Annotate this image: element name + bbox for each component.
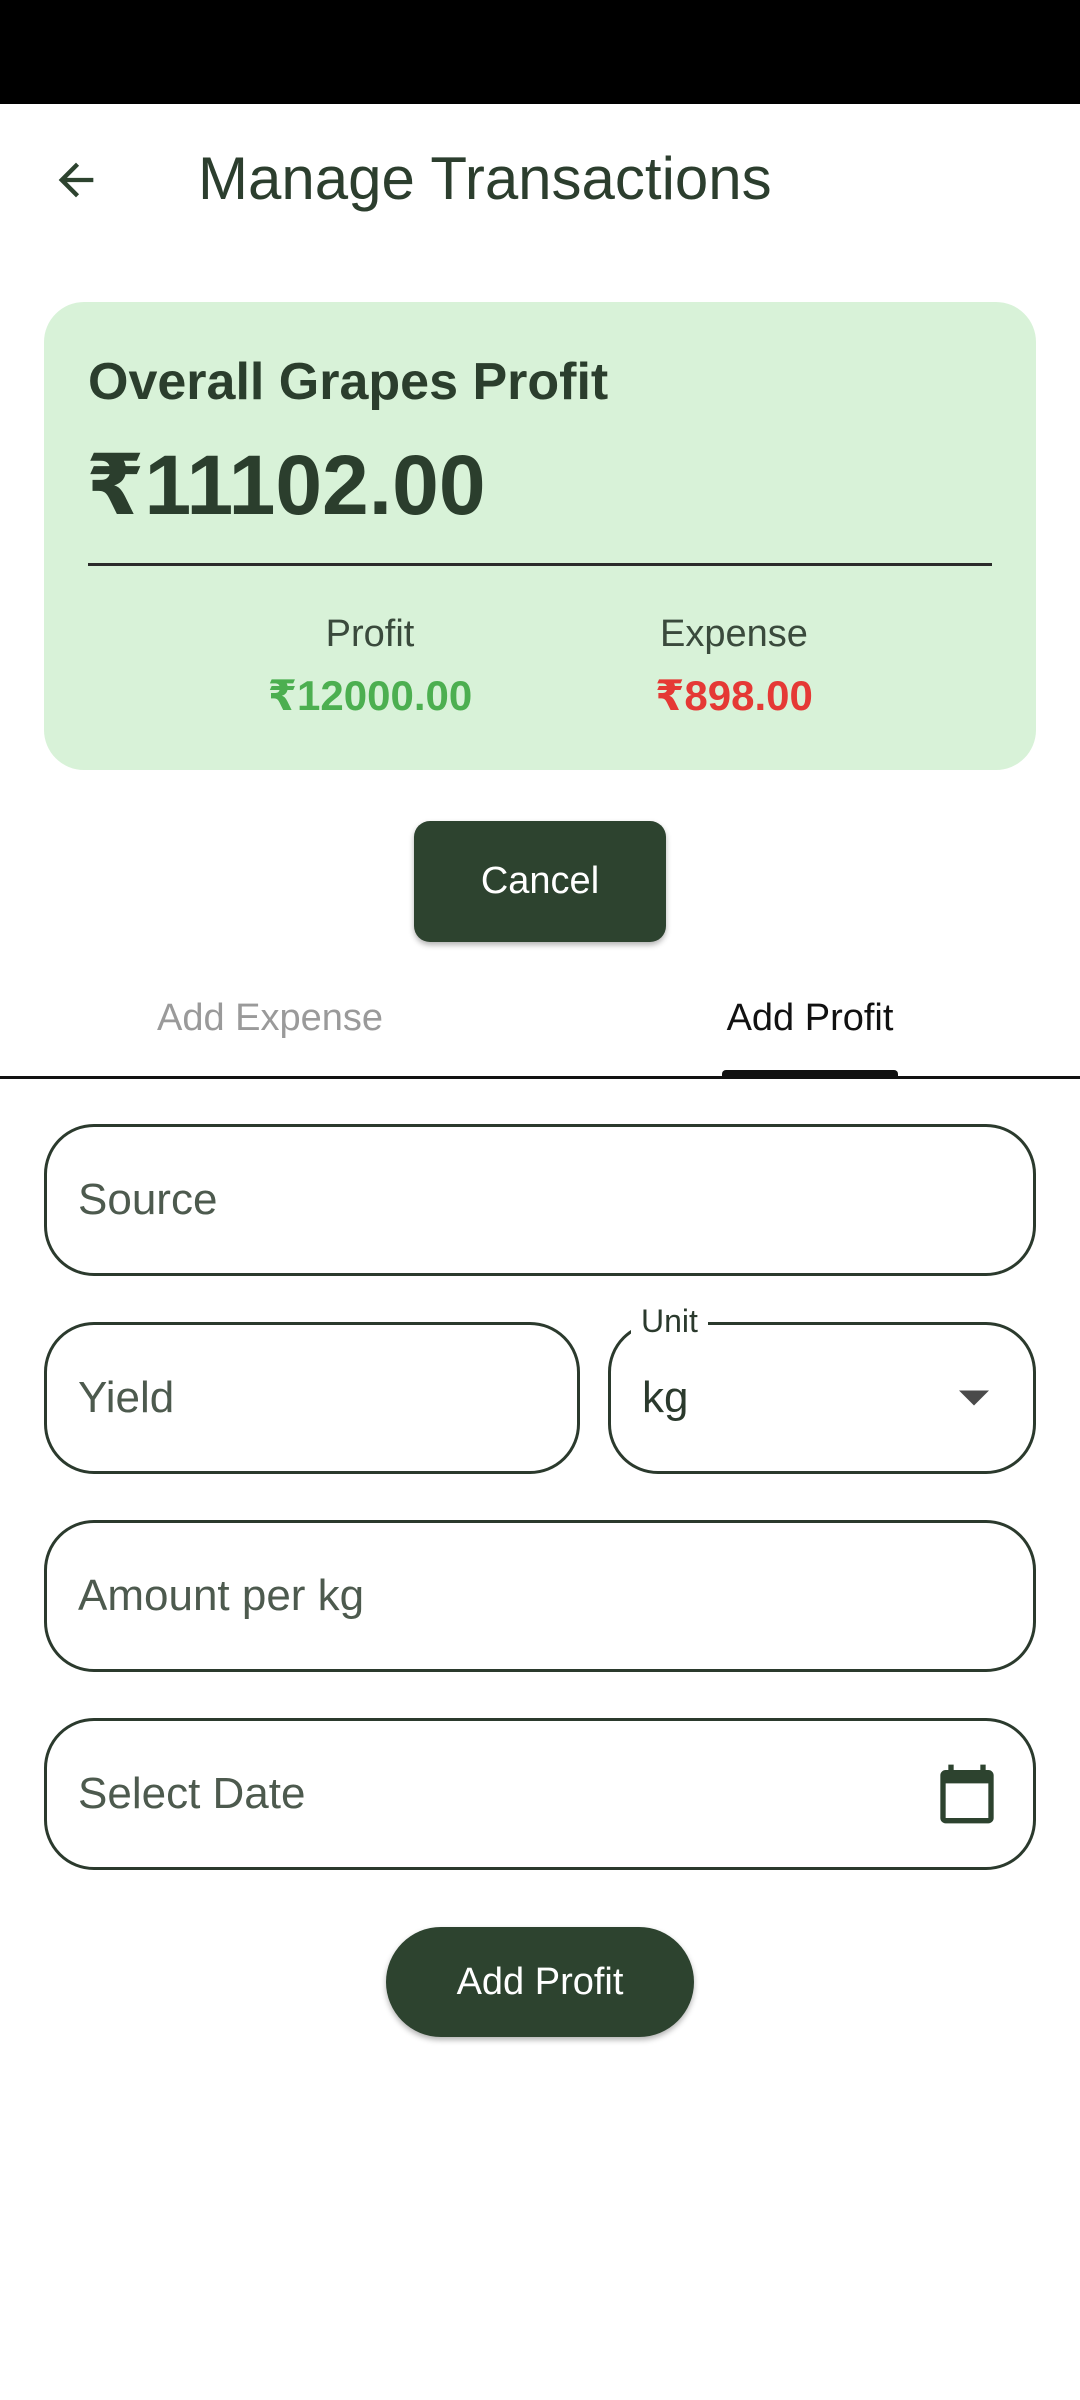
page-title: Manage Transactions: [198, 145, 772, 212]
summary-card: Overall Grapes Profit ₹11102.00 Profit ₹…: [44, 302, 1036, 770]
arrow-left-icon: [58, 162, 94, 198]
app-bar: Manage Transactions: [0, 104, 1080, 254]
overall-profit-amount: ₹11102.00: [86, 438, 486, 532]
tab-add-expense[interactable]: Add Expense: [0, 960, 540, 1076]
profit-label: Profit: [325, 613, 415, 655]
expense-value: ₹898.00: [655, 672, 813, 719]
source-field[interactable]: Source: [44, 1124, 1036, 1276]
cancel-button[interactable]: Cancel: [414, 821, 666, 942]
profit-value: ₹12000.00: [267, 672, 473, 719]
status-bar: [0, 0, 1080, 104]
yield-field[interactable]: Yield: [44, 1322, 580, 1474]
card-divider: [88, 563, 992, 566]
date-placeholder: Select Date: [78, 1769, 306, 1818]
unit-value: kg: [642, 1373, 689, 1422]
amount-placeholder: Amount per kg: [78, 1571, 365, 1620]
expense-stat: Expense ₹898.00: [584, 612, 884, 720]
profit-stat: Profit ₹12000.00: [220, 612, 520, 720]
add-profit-button[interactable]: Add Profit: [386, 1927, 694, 2037]
tab-bar: Add Expense Add Profit: [0, 960, 1080, 1078]
back-button[interactable]: [30, 134, 122, 226]
calendar-icon[interactable]: [935, 1762, 999, 1826]
expense-label: Expense: [660, 613, 808, 655]
tab-divider: [0, 1076, 1080, 1079]
unit-dropdown[interactable]: Unit kg: [608, 1303, 1036, 1474]
unit-label: Unit: [631, 1303, 708, 1340]
tab-add-profit[interactable]: Add Profit: [540, 960, 1080, 1076]
amount-per-kg-field[interactable]: Amount per kg: [44, 1520, 1036, 1672]
source-placeholder: Source: [78, 1175, 218, 1224]
date-field[interactable]: Select Date: [44, 1718, 1036, 1870]
yield-placeholder: Yield: [78, 1373, 175, 1422]
card-title: Overall Grapes Profit: [88, 353, 609, 411]
dropdown-arrow-icon: [959, 1390, 989, 1406]
